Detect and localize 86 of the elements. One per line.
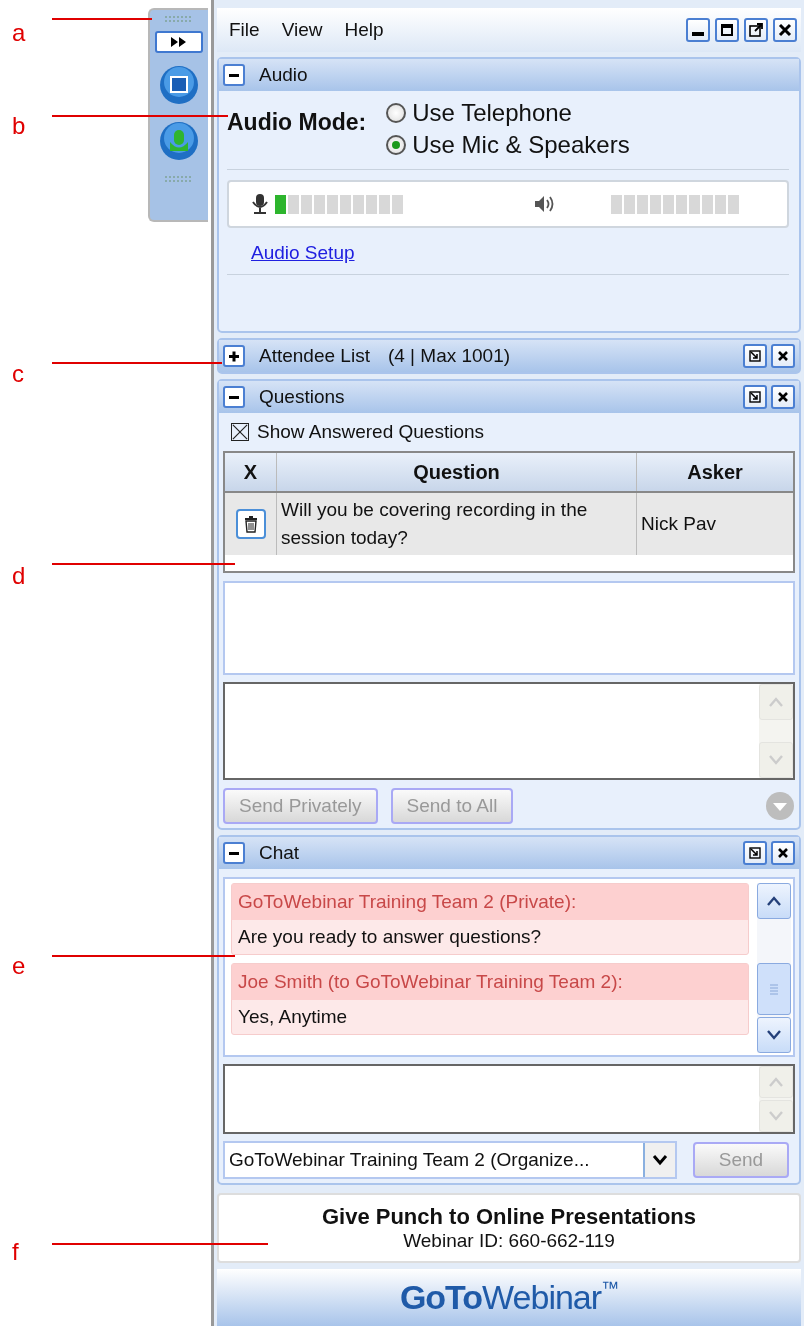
speaker-icon	[533, 194, 555, 214]
scrollbar[interactable]	[757, 883, 791, 1053]
plus-icon	[227, 349, 241, 363]
table-cell-text: Nick Pav	[640, 512, 717, 536]
audio-mode-label: Audio Mode:	[227, 109, 367, 137]
microphone-button[interactable]	[157, 119, 201, 163]
callout-label: d	[12, 562, 26, 590]
maximize-icon	[718, 21, 736, 39]
grip-icon	[164, 175, 194, 183]
checkbox[interactable]	[231, 423, 249, 441]
scroll-thumb[interactable]	[757, 963, 791, 1015]
microphone-icon	[251, 193, 269, 215]
column-header[interactable]: Asker	[637, 453, 793, 491]
undock-button[interactable]	[743, 344, 767, 368]
screen-button[interactable]	[157, 63, 201, 107]
pop-out-icon	[747, 21, 765, 39]
panel-title: Chat	[259, 842, 300, 864]
undock-button[interactable]	[743, 385, 767, 409]
message-text: Yes, Anytime	[237, 1005, 349, 1029]
brand-logo: GoToWebinar™	[399, 1278, 619, 1317]
column-header[interactable]: X	[225, 453, 277, 491]
panel-title: Questions	[259, 386, 345, 408]
close-icon	[776, 21, 794, 39]
undock-icon	[747, 389, 763, 405]
collapse-button[interactable]	[223, 386, 245, 408]
scroll-up-button[interactable]	[757, 883, 791, 919]
chevron-down-icon	[767, 754, 785, 766]
recipient-value: GoToWebinar Training Team 2 (Organize...	[228, 1148, 591, 1172]
dropdown-button[interactable]	[643, 1143, 675, 1177]
panel-title: Attendee List	[259, 345, 370, 367]
screen-icon	[159, 65, 199, 105]
cross-icon	[231, 423, 249, 441]
undock-icon	[747, 845, 763, 861]
close-button[interactable]	[771, 841, 795, 865]
menu-item[interactable]: View	[281, 19, 323, 41]
dropdown-icon	[765, 791, 795, 821]
webinar-id: Webinar ID: 660-662-119	[403, 1230, 615, 1252]
recipient-dropdown[interactable]: GoToWebinar Training Team 2 (Organize...	[223, 1141, 677, 1179]
chevron-up-icon	[767, 1076, 785, 1088]
radio-button[interactable]	[386, 135, 407, 155]
pop-out-button[interactable]	[744, 18, 768, 42]
chevron-up-icon	[765, 895, 783, 907]
webinar-title: Give Punch to Online Presentations	[321, 1204, 697, 1230]
checkbox-option[interactable]: Show Answered Questions	[231, 421, 795, 443]
message-sender: GoToWebinar Training Team 2 (Private):	[232, 884, 748, 920]
callout-label: c	[12, 360, 24, 388]
chevron-up-icon	[767, 696, 785, 708]
column-header[interactable]: Question	[277, 453, 637, 491]
callout-label: b	[12, 112, 26, 140]
maximize-button[interactable]	[715, 18, 739, 42]
chevron-down-icon	[652, 1154, 668, 1166]
undock-button[interactable]	[743, 841, 767, 865]
close-button[interactable]	[771, 344, 795, 368]
chat-input-field[interactable]	[223, 1064, 795, 1134]
menu-item[interactable]: File	[229, 19, 260, 41]
callout-label: a	[12, 19, 26, 47]
attendee-count: (4 | Max 1001)	[387, 345, 511, 367]
expand-button[interactable]	[223, 345, 245, 367]
close-button[interactable]	[771, 385, 795, 409]
trash-icon	[242, 515, 259, 533]
panel-title: Audio	[259, 64, 308, 86]
table-cell: Will you be covering recording in the session today?	[277, 493, 637, 555]
message-sender: Joe Smith (to GoToWebinar Training Team 2):	[232, 964, 748, 1000]
close-button[interactable]	[773, 18, 797, 42]
scroll-down-button[interactable]	[757, 1017, 791, 1053]
collapse-button[interactable]	[223, 842, 245, 864]
radio-option[interactable]: Use Telephone	[386, 99, 630, 127]
radio-option[interactable]: Use Mic & Speakers	[386, 131, 630, 159]
menu-item[interactable]: Help	[344, 19, 384, 41]
grip-icon	[164, 15, 194, 23]
collapse-button[interactable]	[223, 64, 245, 86]
minimize-icon	[692, 32, 704, 36]
grip-icon	[768, 983, 780, 995]
expand-button[interactable]	[155, 31, 203, 53]
chevron-down-icon	[765, 1029, 783, 1041]
callout-label: f	[12, 1238, 19, 1266]
message-text: Are you ready to answer questions?	[237, 925, 543, 949]
answer-field[interactable]	[223, 682, 795, 780]
microphone-icon	[159, 121, 199, 161]
callout-label: e	[12, 952, 26, 980]
radio-button[interactable]	[386, 103, 407, 123]
audio-setup-link[interactable]: Audio Setup	[251, 242, 355, 264]
delete-button[interactable]	[235, 509, 266, 539]
minimize-button[interactable]	[686, 18, 710, 42]
undock-icon	[747, 348, 763, 364]
chevron-down-icon	[767, 1110, 785, 1122]
